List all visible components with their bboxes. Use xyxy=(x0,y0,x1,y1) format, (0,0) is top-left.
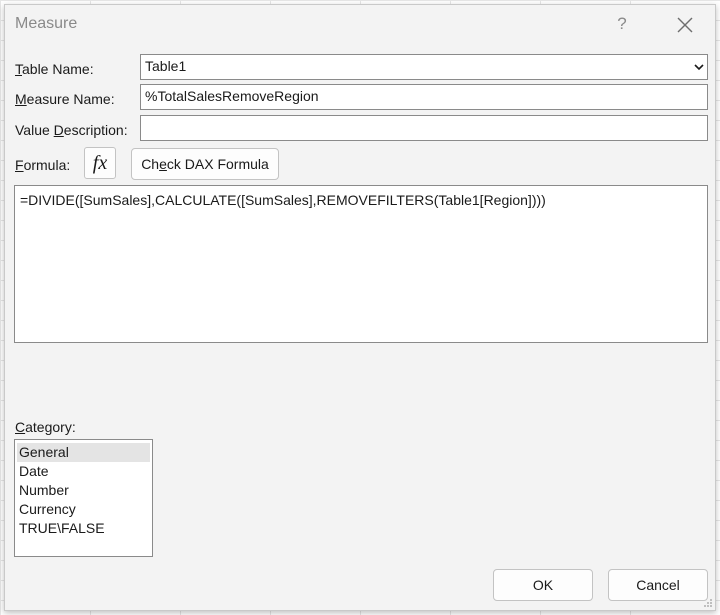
category-list[interactable]: General Date Number Currency TRUE\FALSE xyxy=(14,439,153,557)
value-description-input[interactable] xyxy=(140,115,708,141)
formula-label: Formula: xyxy=(15,157,71,173)
measure-name-input[interactable]: %TotalSalesRemoveRegion xyxy=(140,84,708,110)
measure-name-value: %TotalSalesRemoveRegion xyxy=(145,88,319,104)
list-item[interactable]: TRUE\FALSE xyxy=(17,519,150,538)
dialog-title: Measure xyxy=(15,15,78,32)
cancel-button[interactable]: Cancel xyxy=(608,569,708,601)
list-item[interactable]: Number xyxy=(17,481,150,500)
list-item[interactable]: Date xyxy=(17,462,150,481)
list-item[interactable]: Currency xyxy=(17,500,150,519)
value-description-label: Value Description: xyxy=(15,122,128,138)
category-label: Category: xyxy=(15,419,76,435)
resize-grip-icon[interactable] xyxy=(703,598,713,608)
help-button[interactable]: ? xyxy=(611,13,633,35)
measure-name-label: Measure Name: xyxy=(15,91,115,107)
fx-icon: fx xyxy=(92,152,108,174)
table-name-label: Table Name: xyxy=(15,61,94,77)
list-item[interactable]: General xyxy=(17,443,150,462)
formula-editor[interactable]: =DIVIDE([SumSales],CALCULATE([SumSales],… xyxy=(14,185,708,343)
table-name-select[interactable]: Table1 xyxy=(140,54,708,80)
ok-button[interactable]: OK xyxy=(493,569,593,601)
title-bar: Measure ? xyxy=(5,5,715,43)
formula-text: =DIVIDE([SumSales],CALCULATE([SumSales],… xyxy=(20,192,546,208)
measure-dialog: Measure ? Table Name: Table1 Measure Nam… xyxy=(4,4,716,611)
insert-function-button[interactable]: fx xyxy=(84,147,116,179)
close-button[interactable] xyxy=(673,13,697,37)
close-icon xyxy=(677,17,693,33)
chevron-down-icon xyxy=(694,64,704,71)
check-dax-formula-button[interactable]: Check DAX Formula xyxy=(131,148,279,180)
table-name-value: Table1 xyxy=(145,58,187,74)
